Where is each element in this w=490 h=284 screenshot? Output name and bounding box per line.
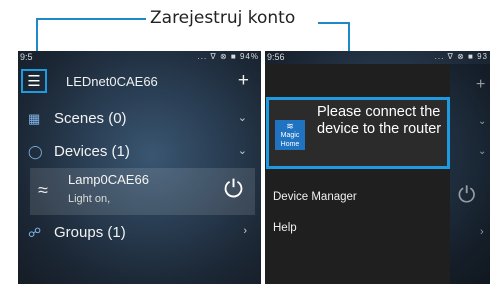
left-phone-screen: 9:5 ... ∇ ⊗ ■ 94% ☰ LEDnet0CAE66 + ▦ Sce… <box>18 51 261 284</box>
logo-text-home: Home <box>280 141 300 148</box>
power-icon[interactable]: ⏻ <box>224 176 243 204</box>
chevron-right-icon: › <box>243 225 247 237</box>
wifi-icon: ≋ <box>286 121 294 131</box>
status-time: 9:5 <box>20 52 33 62</box>
chevron-right-icon: › <box>480 226 484 238</box>
chevron-down-icon: ⌄ <box>237 145 247 157</box>
scenes-icon: ▦ <box>28 111 41 126</box>
status-bar: 9:56 ... ∇ ⊗ ■ 93 <box>265 51 490 64</box>
chevron-down-icon: ⌄ <box>478 116 487 127</box>
scenes-label: Scenes (0) <box>54 110 127 127</box>
groups-row[interactable]: ☍ Groups (1) › <box>18 219 261 247</box>
device-status: Light on, <box>68 193 111 205</box>
devices-label: Devices (1) <box>54 143 130 160</box>
power-icon: ⏻ <box>458 182 476 207</box>
drawer-item-help[interactable]: Help <box>273 222 297 234</box>
callout-caption: Zarejestruj konto <box>150 8 296 28</box>
lamp-strip-icon: ≈ <box>38 180 48 200</box>
device-item-lamp[interactable]: ≈ Lamp0CAE66 Light on, ⏻ <box>30 168 255 215</box>
navigation-drawer: ≋ Magic Home Please connect the device t… <box>265 64 450 284</box>
connect-message: Please connect the device to the router <box>317 104 442 137</box>
right-phone-screen: 9:56 ... ∇ ⊗ ■ 93 ≋ Magic Home Please co… <box>265 51 490 284</box>
device-name: Lamp0CAE66 <box>68 172 149 187</box>
groups-label: Groups (1) <box>54 224 126 241</box>
app-toolbar: ☰ LEDnet0CAE66 + <box>18 64 261 102</box>
drawer-header[interactable]: ≋ Magic Home Please connect the device t… <box>266 97 450 169</box>
add-icon[interactable]: + <box>238 70 249 92</box>
hamburger-menu-button[interactable]: ☰ <box>21 69 47 93</box>
chevron-down-icon: ⌄ <box>237 112 247 124</box>
drawer-item-device-manager[interactable]: Device Manager <box>273 191 357 203</box>
bulb-icon: ◯ <box>28 144 43 159</box>
devices-row[interactable]: ◯ Devices (1) ⌄ <box>18 138 261 166</box>
callout-line-right-h <box>318 22 350 24</box>
status-bar: 9:5 ... ∇ ⊗ ■ 94% <box>18 51 261 64</box>
chevron-down-icon: ⌄ <box>478 146 487 157</box>
status-time: 9:56 <box>267 52 285 62</box>
magic-home-logo: ≋ Magic Home <box>275 120 305 150</box>
groups-icon: ☍ <box>28 225 42 240</box>
callout-line-left-h <box>36 18 146 20</box>
scenes-row[interactable]: ▦ Scenes (0) ⌄ <box>18 105 261 133</box>
app-title: LEDnet0CAE66 <box>66 74 158 89</box>
status-icons: ... ∇ ⊗ ■ 94% <box>197 52 259 61</box>
status-icons: ... ∇ ⊗ ■ 93 <box>434 52 488 61</box>
dimmed-content-overlay[interactable]: + ⌄ ⌄ ⏻ › <box>450 64 490 284</box>
logo-text-magic: Magic <box>280 132 300 139</box>
menu-icon: ☰ <box>27 73 41 90</box>
add-icon: + <box>476 76 486 93</box>
